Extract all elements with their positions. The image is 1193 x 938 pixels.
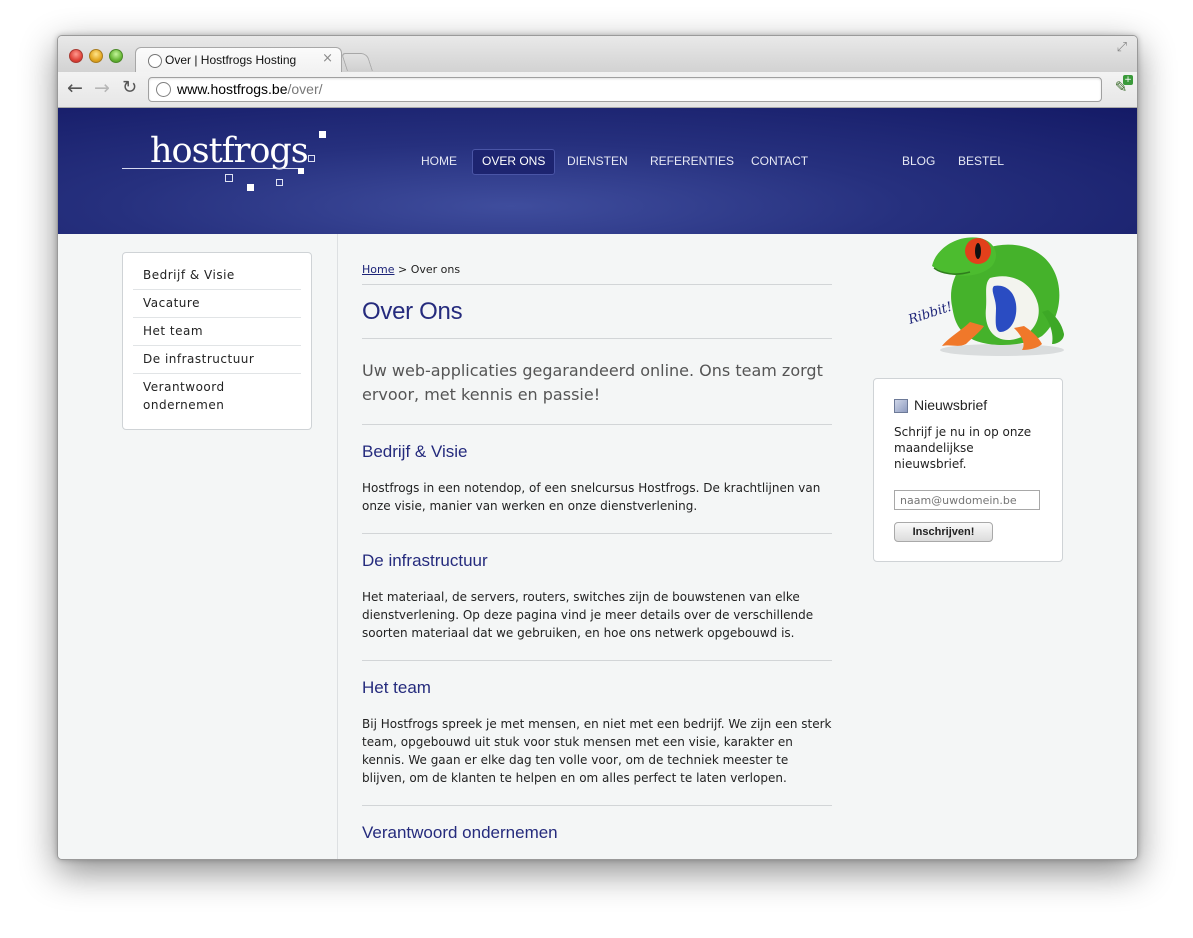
divider: [362, 805, 832, 806]
newsletter-email-input[interactable]: [894, 490, 1040, 510]
nav-blog[interactable]: BLOG: [893, 149, 944, 173]
intro-text: Uw web-applicaties gegarandeerd online. …: [362, 361, 823, 404]
breadcrumb: Home > Over ons: [362, 263, 460, 276]
url-path: /over/: [287, 81, 323, 97]
nav-home[interactable]: HOME: [412, 149, 466, 173]
globe-icon: [148, 54, 162, 68]
nav-bestel[interactable]: BESTEL: [949, 149, 1013, 173]
nav-over-ons[interactable]: OVER ONS: [472, 149, 556, 175]
divider: [362, 533, 832, 534]
section-text-bedrijf: Hostfrogs in een notendop, of een snelcu…: [362, 481, 821, 513]
tab-title: Over | Hostfrogs Hosting: [165, 53, 297, 67]
address-bar[interactable]: www.hostfrogs.be/over/: [148, 77, 1102, 102]
sidebar-item-label: De infrastructuur: [143, 352, 255, 366]
logo-square: [308, 155, 315, 162]
subscribe-button[interactable]: Inschrijven!: [894, 522, 993, 542]
url-host: www.hostfrogs.be: [177, 81, 288, 97]
newsletter-icon: [894, 399, 908, 413]
wrench-extension-icon[interactable]: ✎ +: [1110, 75, 1133, 98]
nav-diensten[interactable]: DIENSTEN: [558, 149, 637, 173]
sidebar-menu: Bedrijf & Visie Vacature Het team De inf…: [122, 252, 312, 430]
sidebar-item-label: Het team: [143, 324, 204, 338]
zoom-window-button[interactable]: [109, 49, 123, 63]
site-logo[interactable]: hostfrogs: [150, 131, 309, 171]
title-bar: Over | Hostfrogs Hosting × ⤢: [58, 36, 1137, 74]
logo-square: [247, 184, 254, 191]
sidebar-item-infrastructuur[interactable]: De infrastructuur: [133, 350, 301, 368]
new-tab-button[interactable]: [341, 53, 373, 71]
browser-tab[interactable]: Over | Hostfrogs Hosting ×: [135, 47, 342, 74]
divider: [362, 660, 832, 661]
browser-window: Over | Hostfrogs Hosting × ⤢ ← → ↻ www.h…: [57, 35, 1138, 860]
nav-contact[interactable]: CONTACT: [742, 149, 817, 173]
section-heading-infrastructuur[interactable]: De infrastructuur: [362, 551, 488, 571]
forward-arrow-icon[interactable]: →: [94, 77, 110, 99]
sidebar-item-label: Bedrijf & Visie: [143, 268, 235, 282]
url-text[interactable]: www.hostfrogs.be/over/: [177, 81, 323, 97]
section-heading-team[interactable]: Het team: [362, 678, 431, 698]
sidebar-divider: [133, 317, 301, 318]
close-window-button[interactable]: [69, 49, 83, 63]
site-header: hostfrogs HOME OVER ONS DIENSTEN REFEREN…: [58, 108, 1137, 234]
frog-caption: Ribbit!: [906, 300, 955, 329]
column-divider: [337, 234, 338, 859]
back-arrow-icon[interactable]: ←: [67, 77, 83, 99]
divider: [362, 284, 832, 285]
section-text-infrastructuur: Het materiaal, de servers, routers, swit…: [362, 590, 814, 640]
page-globe-icon: [156, 82, 171, 97]
frog-mascot: Ribbit!: [906, 237, 1064, 356]
sidebar-divider: [133, 373, 301, 374]
sidebar-item-verantwoord[interactable]: Verantwoord ondernemen: [133, 378, 253, 414]
logo-square: [298, 168, 304, 174]
page-title: Over Ons: [362, 298, 463, 325]
sidebar-item-label: Verantwoord ondernemen: [143, 380, 225, 412]
sidebar-divider: [133, 289, 301, 290]
logo-square: [225, 174, 233, 182]
divider: [362, 424, 832, 425]
logo-underline: [122, 168, 302, 169]
breadcrumb-separator: >: [394, 263, 411, 276]
section-heading-verantwoord[interactable]: Verantwoord ondernemen: [362, 823, 558, 843]
section-heading-bedrijf[interactable]: Bedrijf & Visie: [362, 442, 468, 462]
page-viewport: hostfrogs HOME OVER ONS DIENSTEN REFEREN…: [58, 108, 1137, 859]
sidebar-item-bedrijf-visie[interactable]: Bedrijf & Visie: [133, 266, 301, 284]
fullscreen-icon[interactable]: ⤢: [1117, 40, 1127, 55]
newsletter-title: Nieuwsbrief: [914, 397, 988, 413]
divider: [362, 338, 832, 339]
sidebar-divider: [133, 345, 301, 346]
reload-icon[interactable]: ↻: [122, 77, 137, 99]
newsletter-box: Nieuwsbrief Schrijf je nu in op onze maa…: [873, 378, 1063, 562]
breadcrumb-current: Over ons: [410, 263, 461, 276]
tab-close-icon[interactable]: ×: [322, 51, 333, 66]
logo-square: [319, 131, 326, 138]
nav-referenties[interactable]: REFERENTIES: [641, 149, 743, 173]
browser-toolbar: ← → ↻ www.hostfrogs.be/over/ ✎ +: [58, 72, 1137, 108]
logo-square: [276, 179, 283, 186]
sidebar-item-vacature[interactable]: Vacature: [133, 294, 301, 312]
sidebar-item-label: Vacature: [143, 296, 200, 310]
minimize-window-button[interactable]: [89, 49, 103, 63]
newsletter-text: Schrijf je nu in op onze maandelijkse ni…: [894, 425, 1032, 471]
sidebar-item-het-team[interactable]: Het team: [133, 322, 301, 340]
frog-pupil: [975, 243, 981, 259]
section-text-team: Bij Hostfrogs spreek je met mensen, en n…: [362, 717, 832, 785]
breadcrumb-home-link[interactable]: Home: [362, 263, 394, 276]
